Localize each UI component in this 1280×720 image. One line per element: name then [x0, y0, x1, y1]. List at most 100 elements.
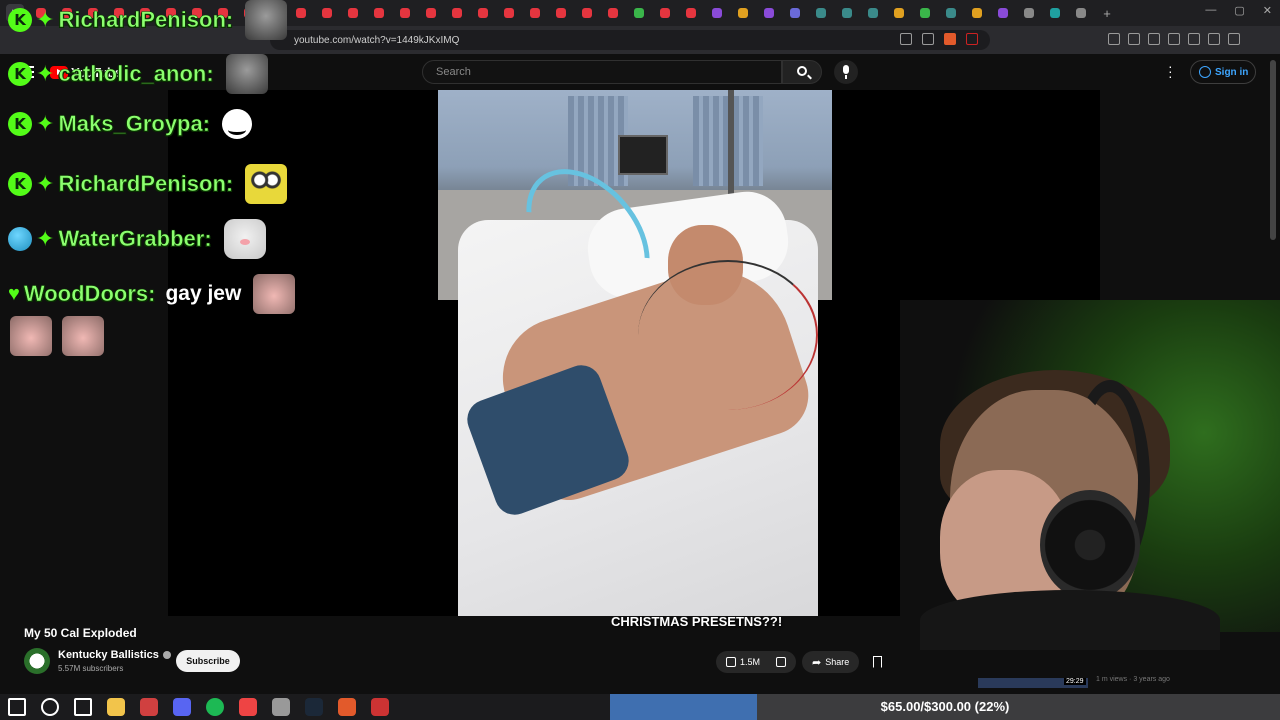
- browser-tab[interactable]: [396, 4, 414, 22]
- taskbar: $65.00/$300.00 (22%): [0, 694, 1280, 720]
- obs-icon[interactable]: [140, 698, 158, 716]
- brave-icon[interactable]: [338, 698, 356, 716]
- chat-username: catholic_anon:: [58, 61, 214, 87]
- share-label: Share: [825, 657, 850, 667]
- share-button[interactable]: ➦ Share: [802, 651, 860, 673]
- browser-tab[interactable]: [760, 4, 778, 22]
- url-field[interactable]: youtube.com/watch?v=1449kJKxIMQ: [270, 30, 990, 50]
- voice-search-icon[interactable]: [834, 60, 858, 84]
- browser-tab[interactable]: [344, 4, 362, 22]
- brave-shield-icon[interactable]: [944, 33, 956, 45]
- browser-tab[interactable]: [630, 4, 648, 22]
- wallet-icon[interactable]: [1188, 33, 1200, 45]
- brave-rewards-icon[interactable]: [966, 33, 978, 45]
- browser-tab[interactable]: [734, 4, 752, 22]
- browser-tab[interactable]: [318, 4, 336, 22]
- app-icon[interactable]: [272, 698, 290, 716]
- media-icon[interactable]: [1148, 33, 1160, 45]
- search-input[interactable]: Search: [422, 60, 782, 84]
- chat-emote: [245, 0, 288, 40]
- browser-tab[interactable]: [474, 4, 492, 22]
- browser-tab[interactable]: [968, 4, 986, 22]
- browser-tab[interactable]: [578, 4, 596, 22]
- browser-tab[interactable]: [812, 4, 830, 22]
- stream-caption: CHRISTMAS PRESETNS??!: [611, 614, 783, 629]
- browser-tab[interactable]: [1046, 4, 1064, 22]
- sign-in-button[interactable]: Sign in: [1190, 60, 1256, 84]
- spotify-icon[interactable]: [206, 698, 224, 716]
- windows-icon[interactable]: [8, 698, 26, 716]
- browser-tab[interactable]: [916, 4, 934, 22]
- browser-tab[interactable]: [864, 4, 882, 22]
- menu-icon[interactable]: [1228, 33, 1240, 45]
- vpn-icon[interactable]: [1208, 33, 1220, 45]
- browser-tab[interactable]: [656, 4, 674, 22]
- kick-badge-icon: K: [8, 8, 32, 32]
- tab-favicon-icon: [972, 8, 982, 18]
- webcam-shirt: [920, 590, 1220, 650]
- dislike-icon[interactable]: [776, 657, 787, 667]
- window-controls: — ▢ ✕: [1205, 4, 1272, 17]
- chat-message: ♥ WoodDoors: gay jew: [8, 274, 296, 314]
- chat-message: K ✦ RichardPenison:: [8, 164, 288, 204]
- extension-icons: [1108, 33, 1240, 45]
- video-frame-hospital-photo: [438, 90, 832, 616]
- minimize-icon[interactable]: —: [1205, 4, 1216, 17]
- save-icon[interactable]: [873, 656, 883, 668]
- search-button[interactable]: [782, 60, 822, 84]
- chat-emote: [225, 54, 268, 94]
- kick-badge-icon: K: [8, 112, 32, 136]
- tab-favicon-icon: [1076, 8, 1086, 18]
- browser-tab[interactable]: [370, 4, 388, 22]
- share-page-icon[interactable]: [922, 33, 934, 45]
- tab-favicon-icon: [738, 8, 748, 18]
- heart-badge-icon: ♥: [8, 282, 20, 305]
- cast-icon[interactable]: [900, 33, 912, 45]
- sparkle-badge-icon: ✦: [36, 7, 55, 32]
- taskview-icon[interactable]: [74, 698, 92, 716]
- app2-icon[interactable]: [371, 698, 389, 716]
- sidebar-video-meta: 1 m views · 3 years ago: [1096, 676, 1170, 683]
- browser-tab[interactable]: [604, 4, 622, 22]
- close-window-icon[interactable]: ✕: [1263, 4, 1272, 17]
- chat-message: K ✦ catholic_anon:: [8, 54, 268, 94]
- extension-icon[interactable]: [1128, 33, 1140, 45]
- browser-tab[interactable]: [1020, 4, 1038, 22]
- channel-name[interactable]: Kentucky Ballistics: [58, 649, 171, 661]
- browser-tab[interactable]: [526, 4, 544, 22]
- browser-tab[interactable]: [1072, 4, 1090, 22]
- discord-icon[interactable]: [173, 698, 191, 716]
- sidebar-icon[interactable]: [1168, 33, 1180, 45]
- tab-favicon-icon: [842, 8, 852, 18]
- browser-tab[interactable]: [786, 4, 804, 22]
- channel-avatar[interactable]: [24, 648, 50, 674]
- extension-icon[interactable]: [1108, 33, 1120, 45]
- browser-tab[interactable]: [838, 4, 856, 22]
- browser-tab[interactable]: [890, 4, 908, 22]
- browser-tab[interactable]: [500, 4, 518, 22]
- tab-favicon-icon: [504, 8, 514, 18]
- chrome-icon[interactable]: [239, 698, 257, 716]
- chat-emote: [245, 164, 288, 204]
- browser-tab[interactable]: [552, 4, 570, 22]
- browser-tab[interactable]: [422, 4, 440, 22]
- browser-tab[interactable]: [994, 4, 1012, 22]
- folder-icon[interactable]: [107, 698, 125, 716]
- more-options-icon[interactable]: · · ·: [1168, 59, 1173, 83]
- chat-message: K ✦ RichardPenison:: [8, 0, 288, 40]
- steam-icon[interactable]: [305, 698, 323, 716]
- maximize-icon[interactable]: ▢: [1234, 4, 1244, 17]
- screen: ✕ + — ▢ ✕ youtube.com/watch?v=1449kJKxIMQ: [0, 0, 1280, 720]
- page-scrollbar[interactable]: [1270, 60, 1276, 240]
- search-icon[interactable]: [41, 698, 59, 716]
- subscribe-button[interactable]: Subscribe: [176, 650, 240, 672]
- like-button[interactable]: 1.5M: [716, 651, 797, 673]
- browser-tab[interactable]: [448, 4, 466, 22]
- search-icon: [797, 66, 807, 76]
- browser-tab[interactable]: [708, 4, 726, 22]
- new-tab-icon[interactable]: +: [1098, 4, 1116, 22]
- browser-tab[interactable]: [942, 4, 960, 22]
- video-actions: 1.5M ➦ Share: [716, 651, 883, 673]
- tab-favicon-icon: [426, 8, 436, 18]
- browser-tab[interactable]: [682, 4, 700, 22]
